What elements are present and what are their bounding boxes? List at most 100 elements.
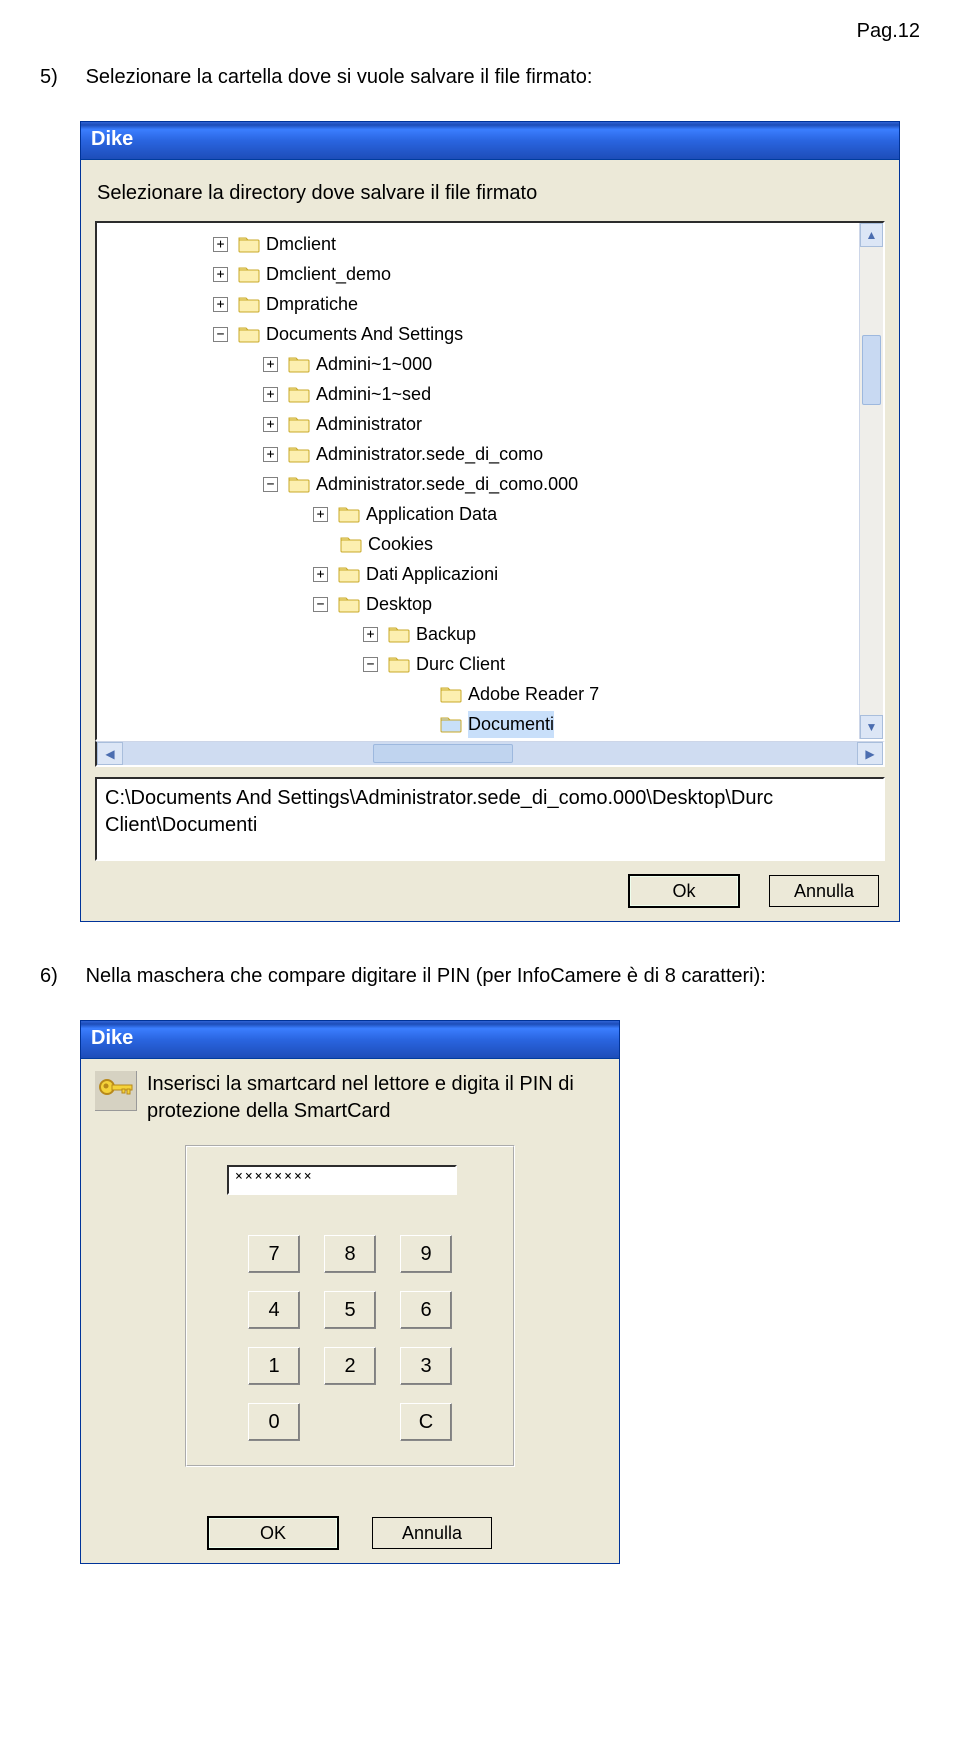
tree-node-label: Administrator.sede_di_como: [316, 441, 543, 468]
tree-node[interactable]: −Durc Client: [103, 649, 855, 679]
expand-icon[interactable]: +: [263, 357, 278, 372]
ok-button[interactable]: Ok: [629, 875, 739, 907]
expand-icon[interactable]: +: [313, 507, 328, 522]
tree-node-label: Dmclient_demo: [266, 261, 391, 288]
dike-folder-dialog: Dike Selezionare la directory dove salva…: [80, 121, 900, 922]
keypad-4[interactable]: 4: [248, 1291, 300, 1329]
keypad-3[interactable]: 3: [400, 1347, 452, 1385]
tree-node-label: Adobe Reader 7: [468, 681, 599, 708]
step-6-label: Nella maschera che compare digitare il P…: [86, 965, 766, 987]
tree-node[interactable]: Durc Client: [103, 739, 855, 741]
tree-node-label: Application Data: [366, 501, 497, 528]
keypad-0[interactable]: 0: [248, 1403, 300, 1441]
expand-icon[interactable]: +: [213, 297, 228, 312]
expand-icon[interactable]: +: [363, 627, 378, 642]
folder-icon: [338, 595, 360, 613]
tree-node[interactable]: Adobe Reader 7: [103, 679, 855, 709]
expand-icon[interactable]: +: [263, 417, 278, 432]
expand-icon[interactable]: +: [263, 447, 278, 462]
tree-node-label: Admini~1~sed: [316, 381, 431, 408]
keypad-2[interactable]: 2: [324, 1347, 376, 1385]
tree-node-label: Dati Applicazioni: [366, 561, 498, 588]
expand-icon[interactable]: +: [213, 237, 228, 252]
scroll-up-button[interactable]: ▲: [860, 223, 883, 247]
scroll-down-button[interactable]: ▼: [860, 715, 883, 739]
tree-node[interactable]: + Administrator.sede_di_como: [103, 439, 855, 469]
scroll-thumb[interactable]: [862, 335, 881, 405]
dike-pin-dialog: Dike Inserisci la smartcard nel lettore …: [80, 1020, 620, 1564]
collapse-icon[interactable]: −: [313, 597, 328, 612]
folder-icon: [440, 685, 462, 703]
tree-node-label: Documenti: [468, 711, 554, 738]
scroll-left-button[interactable]: ◀: [97, 742, 123, 765]
hscroll-thumb[interactable]: [373, 744, 513, 763]
folder-tree[interactable]: +Dmclient+Dmclient_demo+Dmpratiche−Docum…: [95, 221, 885, 741]
keypad-1[interactable]: 1: [248, 1347, 300, 1385]
tree-node[interactable]: + Application Data: [103, 499, 855, 529]
scroll-right-button[interactable]: ▶: [857, 742, 883, 765]
collapse-icon[interactable]: −: [263, 477, 278, 492]
keypad-clear[interactable]: C: [400, 1403, 452, 1441]
tree-node[interactable]: + Dati Applicazioni: [103, 559, 855, 589]
cancel-button[interactable]: Annulla: [769, 875, 879, 907]
tree-node[interactable]: − Documents And Settings: [103, 319, 855, 349]
dialog-titlebar[interactable]: Dike: [81, 1021, 619, 1059]
pin-input[interactable]: ××××××××: [227, 1165, 457, 1195]
tree-node-label: Administrator.sede_di_como.000: [316, 471, 578, 498]
tree-node[interactable]: + Admini~1~sed: [103, 379, 855, 409]
expand-icon[interactable]: +: [313, 567, 328, 582]
folder-icon: [288, 355, 310, 373]
selected-path: C:\Documents And Settings\Administrator.…: [95, 777, 885, 861]
folder-icon: [338, 505, 360, 523]
folder-icon: [238, 235, 260, 253]
step-5-label: Selezionare la cartella dove si vuole sa…: [86, 66, 593, 88]
folder-icon: [238, 265, 260, 283]
tree-node[interactable]: Cookies: [103, 529, 855, 559]
tree-node[interactable]: + Administrator: [103, 409, 855, 439]
tree-node-label: Cookies: [368, 531, 433, 558]
step-6-text: 6) Nella maschera che compare digitare i…: [0, 952, 960, 1010]
tree-node[interactable]: +Dmclient: [103, 229, 855, 259]
tree-node-label: Administrator: [316, 411, 422, 438]
dialog-instruction: Selezionare la directory dove salvare il…: [97, 180, 885, 207]
key-icon: [95, 1071, 137, 1111]
keypad-9[interactable]: 9: [400, 1235, 452, 1273]
folder-icon: [440, 715, 462, 733]
expand-icon[interactable]: +: [213, 267, 228, 282]
folder-icon: [288, 385, 310, 403]
keypad-7[interactable]: 7: [248, 1235, 300, 1273]
folder-icon: [388, 655, 410, 673]
tree-node-label: Desktop: [366, 591, 432, 618]
tree-node[interactable]: − Desktop: [103, 589, 855, 619]
vertical-scrollbar[interactable]: ▲ ▼: [859, 223, 883, 739]
keypad-5[interactable]: 5: [324, 1291, 376, 1329]
tree-node-label: Admini~1~000: [316, 351, 432, 378]
cancel-button[interactable]: Annulla: [372, 1517, 492, 1549]
collapse-icon[interactable]: −: [363, 657, 378, 672]
tree-node-label: Dmpratiche: [266, 291, 358, 318]
tree-node[interactable]: + Admini~1~000: [103, 349, 855, 379]
expand-icon[interactable]: +: [263, 387, 278, 402]
keypad-6[interactable]: 6: [400, 1291, 452, 1329]
hscroll-track[interactable]: [123, 742, 857, 765]
folder-icon: [288, 415, 310, 433]
folder-icon: [338, 565, 360, 583]
tree-node[interactable]: + Dmclient_demo: [103, 259, 855, 289]
step-5-num: 5): [40, 63, 80, 91]
folder-icon: [288, 475, 310, 493]
collapse-icon[interactable]: −: [213, 327, 228, 342]
folder-icon: [238, 325, 260, 343]
tree-node[interactable]: − Administrator.sede_di_como.000: [103, 469, 855, 499]
tree-node-label: Backup: [416, 621, 476, 648]
folder-icon: [288, 445, 310, 463]
keypad-8[interactable]: 8: [324, 1235, 376, 1273]
tree-node[interactable]: + Dmpratiche: [103, 289, 855, 319]
dialog-titlebar[interactable]: Dike: [81, 122, 899, 160]
pin-instruction: Inserisci la smartcard nel lettore e dig…: [147, 1071, 605, 1125]
tree-node-label: Documents And Settings: [266, 321, 463, 348]
tree-node[interactable]: Documenti: [103, 709, 855, 739]
ok-button[interactable]: OK: [208, 1517, 338, 1549]
horizontal-scrollbar[interactable]: ◀ ▶: [95, 741, 885, 767]
step-5-text: 5) Selezionare la cartella dove si vuole…: [0, 53, 960, 111]
tree-node[interactable]: + Backup: [103, 619, 855, 649]
